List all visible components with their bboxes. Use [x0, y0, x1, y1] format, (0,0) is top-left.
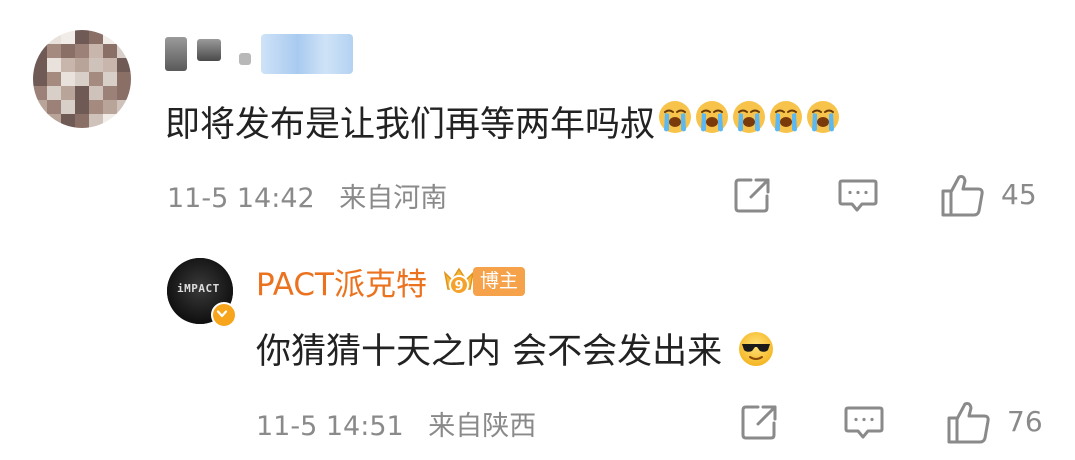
crying-face-icon — [806, 100, 840, 134]
reply-time: 11-5 14:51 — [256, 411, 404, 442]
redacted-badge — [261, 34, 353, 74]
commenter-avatar[interactable] — [33, 30, 131, 128]
redacted-block — [165, 37, 187, 71]
comment-location: 来自河南 — [339, 183, 448, 214]
comment-meta: 11-5 14:42 来自河南 — [167, 176, 447, 215]
avatar-logo-text: iMPACT — [177, 282, 220, 295]
vip-badge[interactable]: 9 博主 — [439, 265, 525, 299]
commenter-name-redacted[interactable] — [165, 34, 353, 74]
crying-face-icon — [658, 100, 692, 134]
reply-text: 你猜猜十天之内 会不会发出来 — [256, 332, 723, 372]
redacted-block — [239, 53, 251, 65]
like-count: 45 — [1001, 178, 1037, 211]
reply-author-row: PACT派克特 9 博主 — [256, 259, 525, 304]
blogger-badge: 博主 — [472, 267, 525, 296]
verified-icon — [211, 302, 237, 328]
sunglasses-face-icon — [738, 331, 774, 367]
reply-author-avatar[interactable]: iMPACT — [167, 258, 237, 328]
crying-face-icon — [695, 100, 729, 134]
comment-time: 11-5 14:42 — [167, 183, 315, 214]
reply-location: 来自陕西 — [428, 411, 537, 442]
like-icon[interactable] — [946, 399, 992, 449]
comment-text: 即将发布是让我们再等两年吗叔 — [165, 105, 656, 145]
emoji-group — [655, 100, 840, 143]
comment-body: 即将发布是让我们再等两年吗叔 — [165, 96, 840, 147]
redacted-block — [197, 39, 221, 61]
like-icon[interactable] — [940, 172, 986, 222]
share-icon[interactable] — [733, 176, 773, 218]
reply-body: 你猜猜十天之内 会不会发出来 — [256, 323, 774, 374]
reply-meta: 11-5 14:51 来自陕西 — [256, 404, 536, 443]
like-count: 76 — [1007, 405, 1043, 438]
crying-face-icon — [732, 100, 766, 134]
comment-icon[interactable] — [843, 405, 885, 445]
crying-face-icon — [769, 100, 803, 134]
share-icon[interactable] — [740, 403, 780, 445]
reply-author-name[interactable]: PACT派克特 — [256, 259, 427, 304]
comment-icon[interactable] — [837, 178, 879, 218]
vip-level: 9 — [454, 279, 463, 294]
